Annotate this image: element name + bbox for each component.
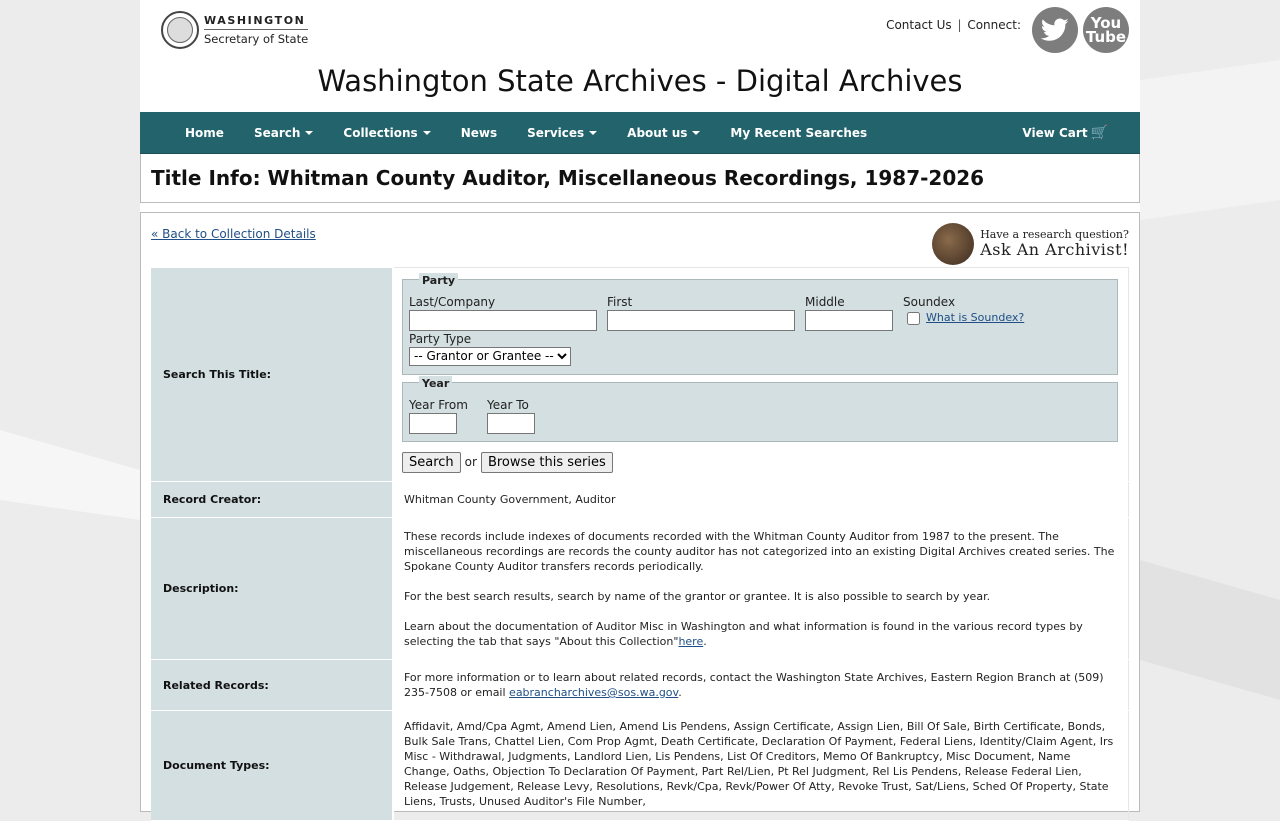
middle-name-input[interactable]	[805, 309, 893, 331]
youtube-label-bottom: Tube	[1085, 28, 1127, 46]
twitter-icon[interactable]	[1032, 7, 1078, 53]
nav-collections[interactable]: Collections	[343, 125, 431, 140]
nav-cart-label: View Cart	[1022, 125, 1088, 140]
description-value: These records include indexes of documen…	[392, 517, 1129, 660]
last-company-input[interactable]	[409, 309, 597, 331]
caret-down-icon	[305, 130, 314, 135]
related-records-end: .	[678, 686, 682, 699]
description-row: Description: These records include index…	[151, 517, 1129, 660]
state-seal-icon	[161, 11, 199, 49]
nav-search-label: Search	[253, 125, 301, 140]
about-collection-here-link[interactable]: here	[678, 635, 703, 648]
record-creator-row: Record Creator: Whitman County Governmen…	[151, 481, 1129, 518]
sos-logo[interactable]: WASHINGTON Secretary of State	[161, 11, 309, 49]
year-from-input[interactable]	[409, 412, 457, 434]
title-info-table: Search This Title: Party Last/Company Fi…	[151, 267, 1129, 821]
page-container: WASHINGTON Secretary of State Contact Us…	[140, 0, 1140, 821]
year-to-label: Year To	[487, 397, 529, 412]
caret-down-icon	[422, 130, 431, 135]
nav-recent-label: My Recent Searches	[730, 125, 868, 140]
cart-icon: 🛒	[1090, 124, 1108, 141]
description-label: Description:	[151, 517, 394, 660]
caret-down-icon	[589, 130, 598, 135]
document-types-row: Document Types: Affidavit, Amd/Cpa Agmt,…	[151, 710, 1129, 821]
or-text: or	[464, 454, 477, 469]
site-header: WASHINGTON Secretary of State Contact Us…	[140, 0, 1140, 112]
contact-us-link[interactable]: Contact Us	[886, 18, 952, 32]
soundex-label: Soundex	[903, 294, 956, 309]
nav-home-label: Home	[185, 125, 224, 140]
nav-about-label: About us	[627, 125, 688, 140]
first-name-input[interactable]	[607, 309, 795, 331]
search-row: Search This Title: Party Last/Company Fi…	[151, 267, 1129, 482]
contact-separator: |	[957, 18, 962, 32]
year-fieldset: Year Year From Year To	[402, 375, 1118, 442]
browse-series-button[interactable]: Browse this series	[480, 451, 613, 473]
nav-services[interactable]: Services	[527, 125, 598, 140]
description-p3-text: Learn about the documentation of Auditor…	[404, 619, 1083, 648]
search-button[interactable]: Search	[402, 451, 461, 473]
record-creator-label: Record Creator:	[151, 481, 394, 518]
search-this-title-label: Search This Title:	[151, 267, 394, 482]
related-records-row: Related Records: For more information or…	[151, 659, 1129, 711]
nav-home[interactable]: Home	[185, 126, 224, 140]
first-name-label: First	[607, 294, 633, 309]
title-box: Title Info: Whitman County Auditor, Misc…	[140, 154, 1140, 203]
books-icon	[932, 223, 975, 265]
nav-news-label: News	[460, 125, 498, 140]
year-from-label: Year From	[409, 397, 468, 412]
description-paragraph-1: These records include indexes of documen…	[404, 529, 1115, 573]
related-records-value: For more information or to learn about r…	[392, 659, 1129, 711]
caret-down-icon	[692, 130, 701, 135]
nav-news[interactable]: News	[461, 126, 497, 140]
related-records-label: Related Records:	[151, 659, 394, 711]
logo-subtitle: Secretary of State	[204, 31, 309, 46]
site-title: Washington State Archives - Digital Arch…	[317, 64, 963, 98]
nav-view-cart[interactable]: View Cart 🛒	[1022, 125, 1108, 141]
connect-label: Connect:	[967, 18, 1021, 32]
contact-bar: Contact Us | Connect:	[886, 18, 1021, 32]
ask-archivist-title: Ask An Archivist!	[980, 240, 1129, 260]
party-fieldset: Party Last/Company First Middle Soundex …	[402, 272, 1118, 375]
nav-collections-label: Collections	[343, 125, 418, 140]
logo-title: WASHINGTON	[204, 14, 309, 30]
page-title: Title Info: Whitman County Auditor, Misc…	[151, 166, 985, 190]
record-creator-value: Whitman County Government, Auditor	[392, 481, 1129, 518]
main-navbar: Home Search Collections News Services Ab…	[140, 112, 1140, 154]
nav-about[interactable]: About us	[627, 125, 701, 140]
back-to-collection-link[interactable]: « Back to Collection Details	[151, 227, 316, 241]
nav-search[interactable]: Search	[253, 125, 314, 140]
nav-recent-searches[interactable]: My Recent Searches	[730, 126, 867, 140]
main-content: « Back to Collection Details Have a rese…	[140, 212, 1140, 821]
email-link[interactable]: eabranchar­chives@sos.wa.gov	[509, 686, 678, 699]
ask-archivist-banner[interactable]: Have a research question? Ask An Archivi…	[932, 223, 1129, 265]
soundex-checkbox[interactable]	[907, 311, 920, 325]
last-company-label: Last/Company	[409, 294, 496, 309]
document-types-label: Document Types:	[151, 710, 394, 821]
year-legend: Year	[419, 375, 453, 391]
what-is-soundex-link[interactable]: What is Soundex?	[926, 310, 1024, 325]
party-type-label: Party Type	[409, 331, 472, 346]
party-legend: Party	[419, 272, 459, 288]
year-to-input[interactable]	[487, 412, 535, 434]
description-p3-end: .	[703, 634, 707, 648]
youtube-icon[interactable]: You Tube	[1083, 7, 1129, 53]
description-paragraph-3: Learn about the documentation of Auditor…	[404, 619, 1118, 649]
party-type-select[interactable]: -- Grantor or Grantee --	[409, 346, 571, 366]
nav-services-label: Services	[527, 125, 585, 140]
description-paragraph-2: For the best search results, search by n…	[404, 589, 991, 603]
document-types-value: Affidavit, Amd/Cpa Agmt, Amend Lien, Ame…	[392, 710, 1129, 821]
middle-name-label: Middle	[805, 294, 845, 309]
search-form-cell: Party Last/Company First Middle Soundex …	[392, 267, 1129, 482]
